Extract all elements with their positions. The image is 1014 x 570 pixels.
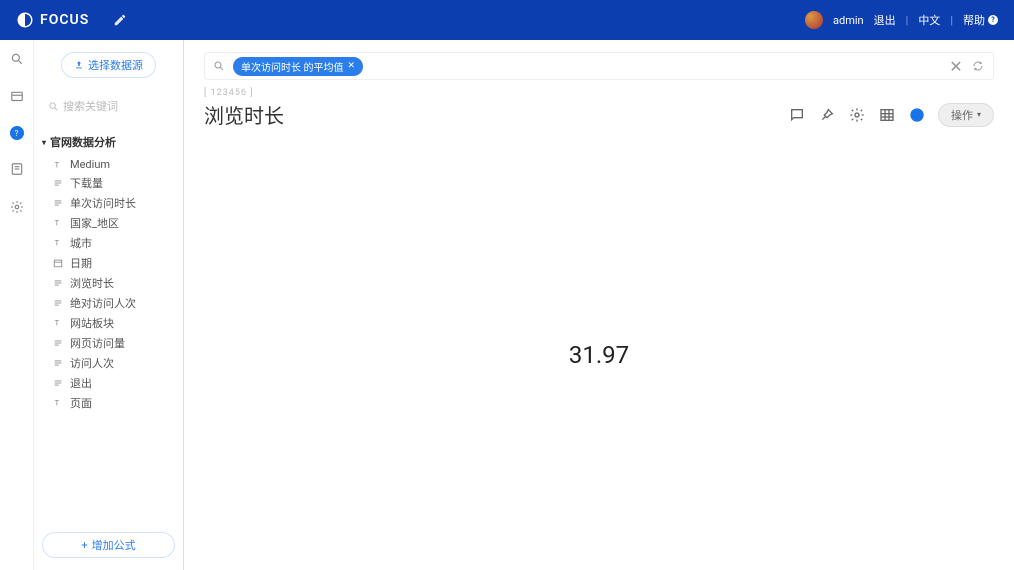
logout-link[interactable]: 退出 [874,12,896,28]
nav-data-icon[interactable] [8,160,26,178]
action-dropdown[interactable]: 操作 ▾ [938,103,994,127]
field-type-icon [52,338,64,348]
comment-icon[interactable] [788,106,806,124]
add-formula-button[interactable]: + 增加公式 [42,532,175,558]
upload-icon [74,60,84,70]
field-type-icon: T [52,398,64,408]
search-icon [48,101,59,112]
field-label: Medium [70,158,110,171]
refresh-icon[interactable] [971,60,985,72]
chevron-down-icon: ▾ [977,110,981,119]
field-label: 城市 [70,235,92,251]
nav-search-icon[interactable] [8,50,26,68]
keyword-search[interactable]: 搜索关键词 [42,94,175,118]
field-type-icon [52,178,64,188]
field-item[interactable]: 访问人次 [42,353,175,373]
field-label: 绝对访问人次 [70,295,136,311]
field-type-icon: T [52,160,64,170]
gear-icon[interactable] [848,106,866,124]
brand-text: FOCUS [40,12,89,28]
app-header: FOCUS admin 退出 | 中文 | 帮助 ? [0,0,1014,40]
pin-icon[interactable] [818,106,836,124]
field-type-icon: T [52,318,64,328]
field-label: 退出 [70,375,92,391]
field-item[interactable]: 单次访问时长 [42,193,175,213]
field-item[interactable]: 浏览时长 [42,273,175,293]
logo-icon [16,11,34,29]
field-item[interactable]: T 国家_地区 [42,213,175,233]
field-item[interactable]: T 城市 [42,233,175,253]
field-label: 浏览时长 [70,275,114,291]
field-type-icon: T [52,218,64,228]
field-item[interactable]: T Medium [42,156,175,173]
nav-active-dot[interactable]: ? [10,126,24,140]
field-type-icon [52,378,64,388]
toolbar: 操作 ▾ [788,103,994,127]
nav-rail: ? [0,40,34,570]
avatar[interactable] [805,11,823,29]
sidebar: 选择数据源 搜索关键词 ▾ 官网数据分析 T Medium 下载量单次访问时长 T 国家… [34,40,184,570]
edit-icon[interactable] [113,13,127,27]
query-chip[interactable]: 单次访问时长 的平均值 ✕ [233,57,363,76]
field-label: 国家_地区 [70,215,119,231]
field-item[interactable]: 退出 [42,373,175,393]
svg-text:T: T [55,239,60,248]
field-type-icon [52,298,64,308]
main-area: 单次访问时长 的平均值 ✕ ✕ [ 123456 ] 浏览时长 [184,40,1014,570]
search-icon [213,60,225,72]
svg-text:T: T [55,160,60,169]
select-datasource-button[interactable]: 选择数据源 [61,52,156,78]
field-label: 网站板块 [70,315,114,331]
nav-board-icon[interactable] [8,88,26,106]
query-bar[interactable]: 单次访问时长 的平均值 ✕ ✕ [204,52,994,80]
field-type-icon [52,198,64,208]
svg-text:T: T [55,319,60,328]
field-item[interactable]: T 网站板块 [42,313,175,333]
field-list: T Medium 下载量单次访问时长 T 国家_地区 T 城市日期浏览时长绝对访问人次 T 网站… [42,156,175,413]
app-logo: FOCUS [16,11,89,29]
field-label: 访问人次 [70,355,114,371]
field-item[interactable]: 网页访问量 [42,333,175,353]
chip-remove-icon[interactable]: ✕ [347,61,355,71]
plus-icon: + [81,539,87,552]
kpi-display: 31.97 [204,160,994,550]
field-label: 单次访问时长 [70,195,136,211]
page-title: 浏览时长 [204,100,284,129]
field-item[interactable]: T 页面 [42,393,175,413]
svg-text:T: T [55,219,60,228]
field-label: 页面 [70,395,92,411]
clear-icon[interactable]: ✕ [949,57,963,76]
chevron-down-icon: ▾ [42,138,46,147]
field-type-icon: T [52,238,64,248]
breadcrumb: [ 123456 ] [204,88,994,98]
chart-icon[interactable] [908,106,926,124]
datasource-title[interactable]: ▾ 官网数据分析 [42,134,175,150]
field-item[interactable]: 绝对访问人次 [42,293,175,313]
username[interactable]: admin [833,14,864,27]
field-item[interactable]: 下载量 [42,173,175,193]
kpi-value: 31.97 [569,341,629,369]
field-label: 日期 [70,255,92,271]
field-label: 网页访问量 [70,335,125,351]
field-type-icon [52,258,64,268]
field-label: 下载量 [70,175,103,191]
svg-text:T: T [55,399,60,408]
field-item[interactable]: 日期 [42,253,175,273]
field-type-icon [52,358,64,368]
help-link[interactable]: 帮助 ? [963,12,998,28]
nav-settings-icon[interactable] [8,198,26,216]
table-icon[interactable] [878,106,896,124]
field-type-icon [52,278,64,288]
header-right: admin 退出 | 中文 | 帮助 ? [805,11,998,29]
lang-link[interactable]: 中文 [918,12,940,28]
